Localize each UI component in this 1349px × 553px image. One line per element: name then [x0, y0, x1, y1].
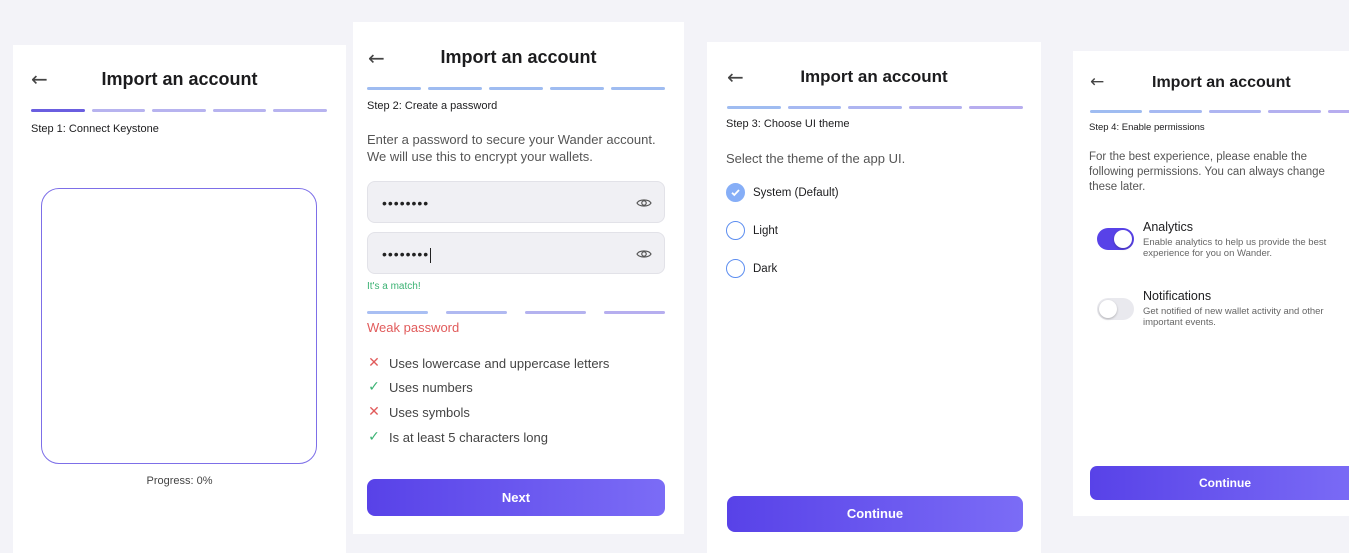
requirement-item: ✓ Is at least 5 characters long [367, 429, 548, 445]
step-bar-3 [848, 106, 902, 109]
strength-bar-4 [604, 311, 665, 314]
page-title: Import an account [800, 67, 948, 86]
radio-checked-icon [726, 183, 745, 202]
screen-step-3: ← Import an account Step 3: Choose UI th… [707, 42, 1041, 553]
requirement-label: Uses numbers [389, 379, 473, 395]
eye-icon[interactable] [636, 195, 652, 211]
step-bar-3 [152, 109, 206, 112]
step-bar-1 [367, 87, 421, 90]
requirement-label: Is at least 5 characters long [389, 429, 548, 445]
requirement-item: ✓ Uses numbers [367, 379, 473, 395]
step-bar-5 [273, 109, 327, 112]
intro-text: Select the theme of the app UI. [726, 151, 906, 166]
requirement-label: Uses symbols [389, 404, 470, 420]
theme-option-label: Light [753, 224, 778, 237]
check-icon: ✓ [368, 429, 380, 445]
confirm-password-field[interactable]: •••••••• [367, 232, 665, 274]
qr-scanner-frame [41, 188, 317, 464]
step-progress-bars [367, 87, 665, 90]
step-bar-5 [611, 87, 665, 90]
step-bar-2 [91, 109, 146, 112]
step-bar-2 [787, 106, 842, 109]
screen-step-1: ← Import an account Step 1: Connect Keys… [13, 45, 346, 553]
permission-title: Analytics [1143, 220, 1194, 234]
radio-unchecked-icon [726, 221, 745, 240]
theme-option-label: System (Default) [753, 186, 839, 199]
strength-bar-1 [367, 311, 428, 314]
cross-icon: ✕ [368, 404, 380, 420]
toggle-knob [1114, 230, 1132, 248]
permission-description: Get notified of new wallet activity and … [1143, 306, 1324, 328]
password-field[interactable]: •••••••• [367, 181, 665, 223]
page-title: Import an account [1152, 74, 1291, 91]
step-bar-4 [908, 106, 963, 109]
step-progress-bars [1090, 110, 1349, 113]
step-label: Step 1: Connect Keystone [31, 123, 159, 135]
permission-title: Notifications [1143, 289, 1212, 303]
match-message: It's a match! [367, 281, 421, 292]
step-bar-3 [1208, 110, 1262, 113]
step-bar-3 [489, 87, 543, 90]
intro-text: For the best experience, please enable t… [1089, 151, 1325, 193]
next-button[interactable]: Next [367, 479, 665, 516]
strength-bars [367, 311, 665, 314]
eye-icon[interactable] [636, 246, 652, 262]
step-bar-4 [1268, 110, 1321, 113]
step-bar-5 [1327, 110, 1349, 113]
step-bar-1 [727, 106, 781, 109]
check-icon: ✓ [368, 379, 380, 395]
analytics-toggle[interactable] [1097, 228, 1134, 250]
cross-icon: ✕ [368, 355, 380, 371]
theme-option-dark[interactable]: Dark [726, 259, 777, 278]
theme-option-light[interactable]: Light [726, 221, 778, 240]
page-title: Import an account [101, 69, 258, 89]
toggle-knob [1099, 300, 1117, 318]
step-bar-2 [1149, 110, 1202, 113]
theme-option-label: Dark [753, 262, 778, 275]
screen-step-2: ← Import an account Step 2: Create a pas… [353, 22, 684, 534]
strength-label: Weak password [367, 320, 460, 335]
step-label: Step 4: Enable permissions [1089, 122, 1205, 133]
requirement-item: ✕ Uses symbols [367, 404, 470, 420]
confirm-password-value: •••••••• [382, 246, 432, 263]
step-label: Step 3: Choose UI theme [726, 118, 850, 130]
continue-button[interactable]: Continue [727, 496, 1023, 532]
step-bar-4 [550, 87, 604, 90]
requirement-label: Uses lowercase and uppercase letters [389, 355, 610, 371]
permission-description: Enable analytics to help us provide the … [1143, 237, 1327, 259]
progress-label: Progress: 0% [146, 475, 213, 487]
step-progress-bars [31, 109, 327, 112]
strength-bar-2 [446, 311, 507, 314]
back-arrow-icon[interactable]: ← [1090, 74, 1104, 91]
intro-text: Enter a password to secure your Wander a… [367, 132, 656, 164]
theme-option-system[interactable]: System (Default) [726, 183, 839, 202]
step-label: Step 2: Create a password [367, 100, 498, 112]
step-bar-2 [428, 87, 482, 90]
requirement-item: ✕ Uses lowercase and uppercase letters [367, 355, 609, 371]
password-value: •••••••• [382, 195, 430, 211]
step-bar-5 [969, 106, 1023, 109]
notifications-toggle[interactable] [1097, 298, 1134, 320]
step-bar-1 [31, 109, 85, 112]
page-title: Import an account [440, 47, 597, 67]
radio-unchecked-icon [726, 259, 745, 278]
step-bar-1 [1090, 110, 1143, 113]
strength-bar-3 [525, 311, 586, 314]
step-progress-bars [727, 106, 1023, 109]
continue-button[interactable]: Continue [1090, 466, 1349, 500]
screen-step-4: ← Import an account Step 4: Enable permi… [1073, 51, 1349, 516]
step-bar-4 [212, 109, 267, 112]
